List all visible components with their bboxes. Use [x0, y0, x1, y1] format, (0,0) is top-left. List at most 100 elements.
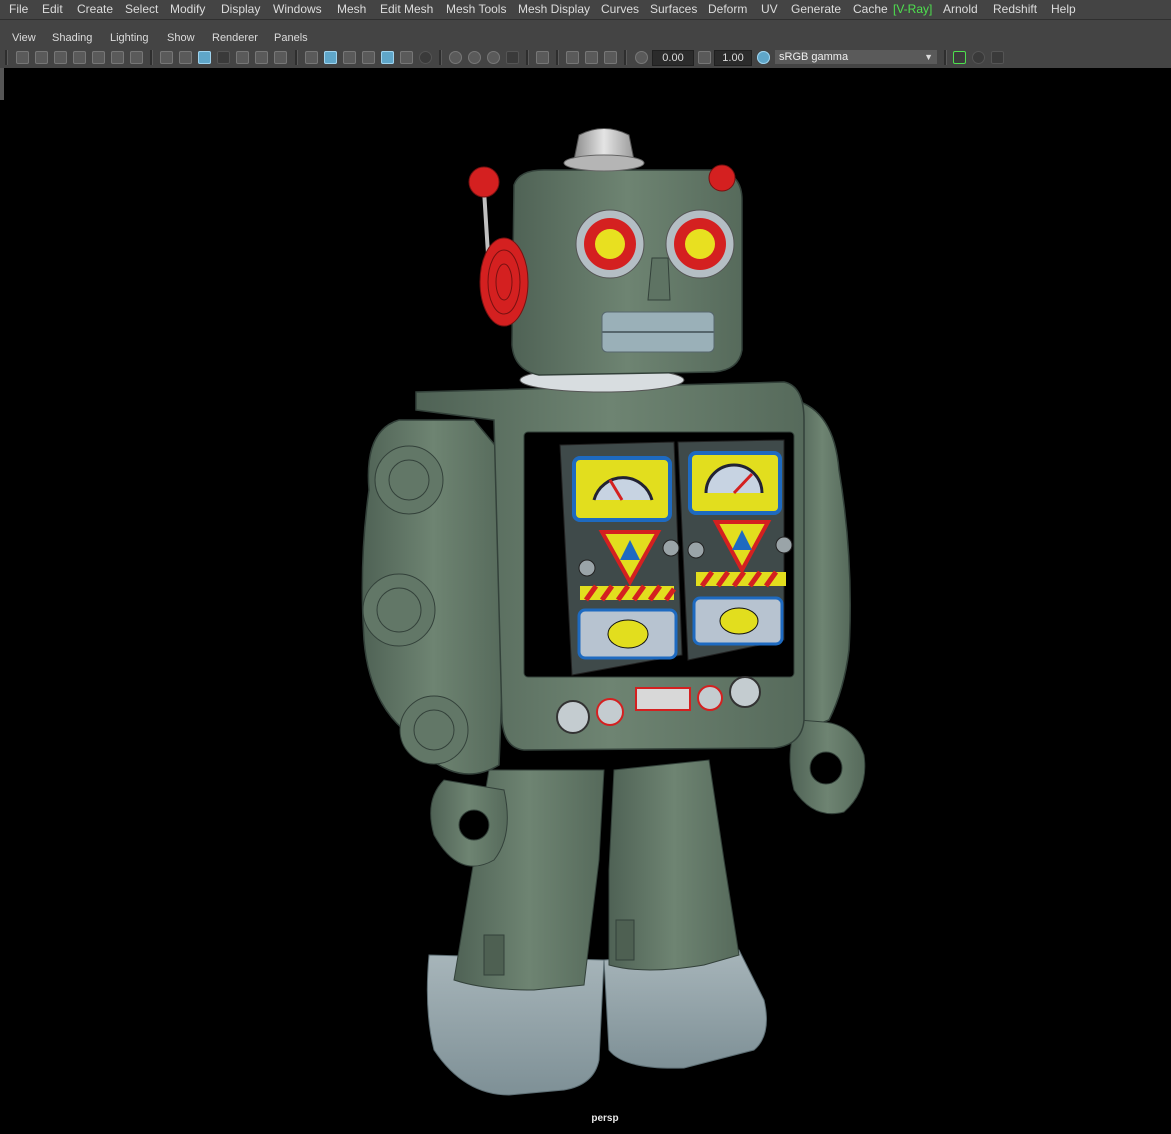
left-arm-boss-2	[362, 573, 436, 647]
menu-generate[interactable]: Generate	[791, 2, 841, 16]
panel-menu-panels[interactable]: Panels	[274, 32, 308, 44]
gamma-icon[interactable]	[698, 51, 711, 64]
gauge-1	[556, 700, 590, 734]
robot-right-eye	[665, 209, 735, 279]
menu-arnold[interactable]: Arnold	[943, 2, 978, 16]
lock-camera-icon[interactable]	[35, 51, 48, 64]
motion-blur-icon[interactable]	[468, 51, 481, 64]
use-default-material-icon[interactable]	[343, 51, 356, 64]
menu-display[interactable]: Display	[221, 2, 260, 16]
gate-mask-icon[interactable]	[217, 51, 230, 64]
screen-space-ambient-occlusion-icon[interactable]	[449, 51, 462, 64]
grid-icon[interactable]	[160, 51, 173, 64]
wireframe-on-shaded-icon[interactable]	[362, 51, 375, 64]
menu-surfaces[interactable]: Surfaces	[650, 2, 697, 16]
menu-mesh-display[interactable]: Mesh Display	[518, 2, 590, 16]
wireframe-icon[interactable]	[305, 51, 318, 64]
menu-modify[interactable]: Modify	[170, 2, 205, 16]
chest-panel-right	[677, 439, 793, 661]
robot-nose	[647, 257, 671, 301]
gauge-4	[729, 676, 761, 708]
menu-curves[interactable]: Curves	[601, 2, 639, 16]
panel-menubar: View Shading Lighting Show Renderer Pane…	[0, 29, 1171, 47]
menu-mesh-tools[interactable]: Mesh Tools	[446, 2, 506, 16]
select-camera-icon[interactable]	[16, 51, 29, 64]
two-d-pan-zoom-icon[interactable]	[111, 51, 124, 64]
menu-vray[interactable]: [V-Ray]	[893, 2, 932, 16]
panel-menu-lighting[interactable]: Lighting	[110, 32, 149, 44]
xray-active-components-icon[interactable]	[585, 51, 598, 64]
panel-menu-renderer[interactable]: Renderer	[212, 32, 258, 44]
render-sphere-icon[interactable]	[972, 51, 985, 64]
toolbar-separator	[439, 50, 442, 65]
bookmarks-icon[interactable]	[73, 51, 86, 64]
perspective-viewport[interactable]	[4, 68, 1171, 1132]
gauge-2	[596, 698, 624, 726]
color-space-value: sRGB gamma	[779, 51, 849, 63]
gamma-field[interactable]: 1.00	[714, 50, 752, 66]
menu-edit-mesh[interactable]: Edit Mesh	[380, 2, 433, 16]
camera-attributes-icon[interactable]	[54, 51, 67, 64]
menu-uv[interactable]: UV	[761, 2, 778, 16]
left-leg-vent	[483, 934, 505, 976]
menu-mesh[interactable]: Mesh	[337, 2, 366, 16]
left-arm-boss-1	[374, 445, 444, 515]
menu-cache[interactable]: Cache	[853, 2, 888, 16]
panel-menu-shading[interactable]: Shading	[52, 32, 92, 44]
color-space-dropdown[interactable]: sRGB gamma ▼	[775, 50, 937, 64]
toolbar-separator	[944, 50, 947, 65]
xray-joints-icon[interactable]	[604, 51, 617, 64]
robot-ear	[479, 237, 529, 327]
menu-edit[interactable]: Edit	[42, 2, 63, 16]
render-settings-icon[interactable]	[991, 51, 1004, 64]
field-chart-icon[interactable]	[236, 51, 249, 64]
left-antenna-ball	[468, 166, 500, 198]
toolbar-separator	[295, 50, 298, 65]
xray-icon[interactable]	[566, 51, 579, 64]
main-menubar: File Edit Create Select Modify Display W…	[0, 0, 1171, 20]
menu-redshift[interactable]: Redshift	[993, 2, 1037, 16]
chevron-down-icon: ▼	[924, 52, 933, 62]
panel-menu-view[interactable]: View	[12, 32, 36, 44]
menu-file[interactable]: File	[9, 2, 28, 16]
chest-panel-left	[559, 441, 683, 676]
smooth-shade-icon[interactable]	[324, 51, 337, 64]
safe-title-icon[interactable]	[274, 51, 287, 64]
toolbar-separator	[624, 50, 627, 65]
shadows-icon[interactable]	[419, 51, 432, 64]
exposure-icon[interactable]	[635, 51, 648, 64]
menu-deform[interactable]: Deform	[708, 2, 747, 16]
gauge-3	[697, 685, 723, 711]
menu-help[interactable]: Help	[1051, 2, 1076, 16]
menubar-gap	[0, 20, 1171, 29]
view-transform-icon[interactable]	[757, 51, 770, 64]
toolbar-separator	[556, 50, 559, 65]
textured-icon[interactable]	[381, 51, 394, 64]
film-gate-icon[interactable]	[179, 51, 192, 64]
toolbar-separator	[150, 50, 153, 65]
use-all-lights-icon[interactable]	[400, 51, 413, 64]
panel-menu-show[interactable]: Show	[167, 32, 195, 44]
depth-of-field-icon[interactable]	[506, 51, 519, 64]
image-plane-icon[interactable]	[92, 51, 105, 64]
gauge-strip	[635, 687, 691, 711]
right-leg-vent	[615, 919, 635, 961]
panel-toolbar: 0.00 1.00 sRGB gamma ▼	[0, 47, 1171, 69]
robot-model	[361, 128, 866, 1096]
menu-windows[interactable]: Windows	[273, 2, 322, 16]
menu-vray-label: V-Ray	[896, 2, 930, 16]
resolution-gate-icon[interactable]	[198, 51, 211, 64]
exposure-field[interactable]: 0.00	[652, 50, 694, 66]
left-arm-boss-3	[399, 695, 469, 765]
robot-left-eye	[575, 209, 645, 279]
isolate-select-icon[interactable]	[536, 51, 549, 64]
menu-select[interactable]: Select	[125, 2, 158, 16]
camera-name-label: persp	[591, 1113, 619, 1124]
vray-ipr-icon[interactable]	[953, 51, 966, 64]
grease-pencil-icon[interactable]	[130, 51, 143, 64]
right-antenna-ball	[708, 164, 736, 192]
toolbar-separator	[526, 50, 529, 65]
menu-create[interactable]: Create	[77, 2, 113, 16]
multisample-anti-aliasing-icon[interactable]	[487, 51, 500, 64]
safe-action-icon[interactable]	[255, 51, 268, 64]
